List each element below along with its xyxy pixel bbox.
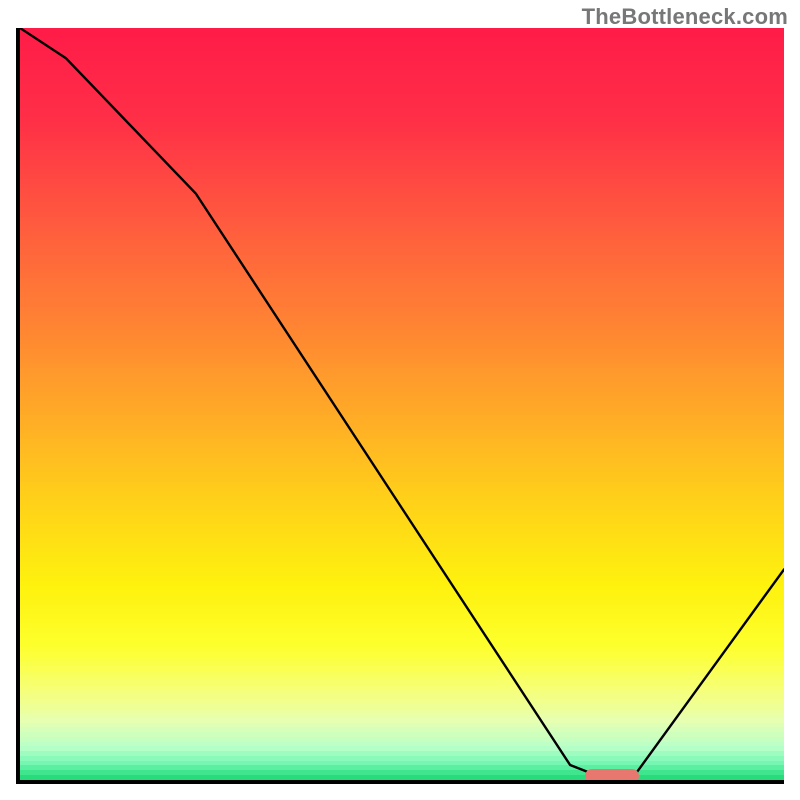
optimal-marker [585,769,638,783]
bottleneck-chart: TheBottleneck.com [0,0,800,800]
plot-area [16,28,784,784]
curve-line [20,28,784,780]
watermark-text: TheBottleneck.com [582,4,788,30]
